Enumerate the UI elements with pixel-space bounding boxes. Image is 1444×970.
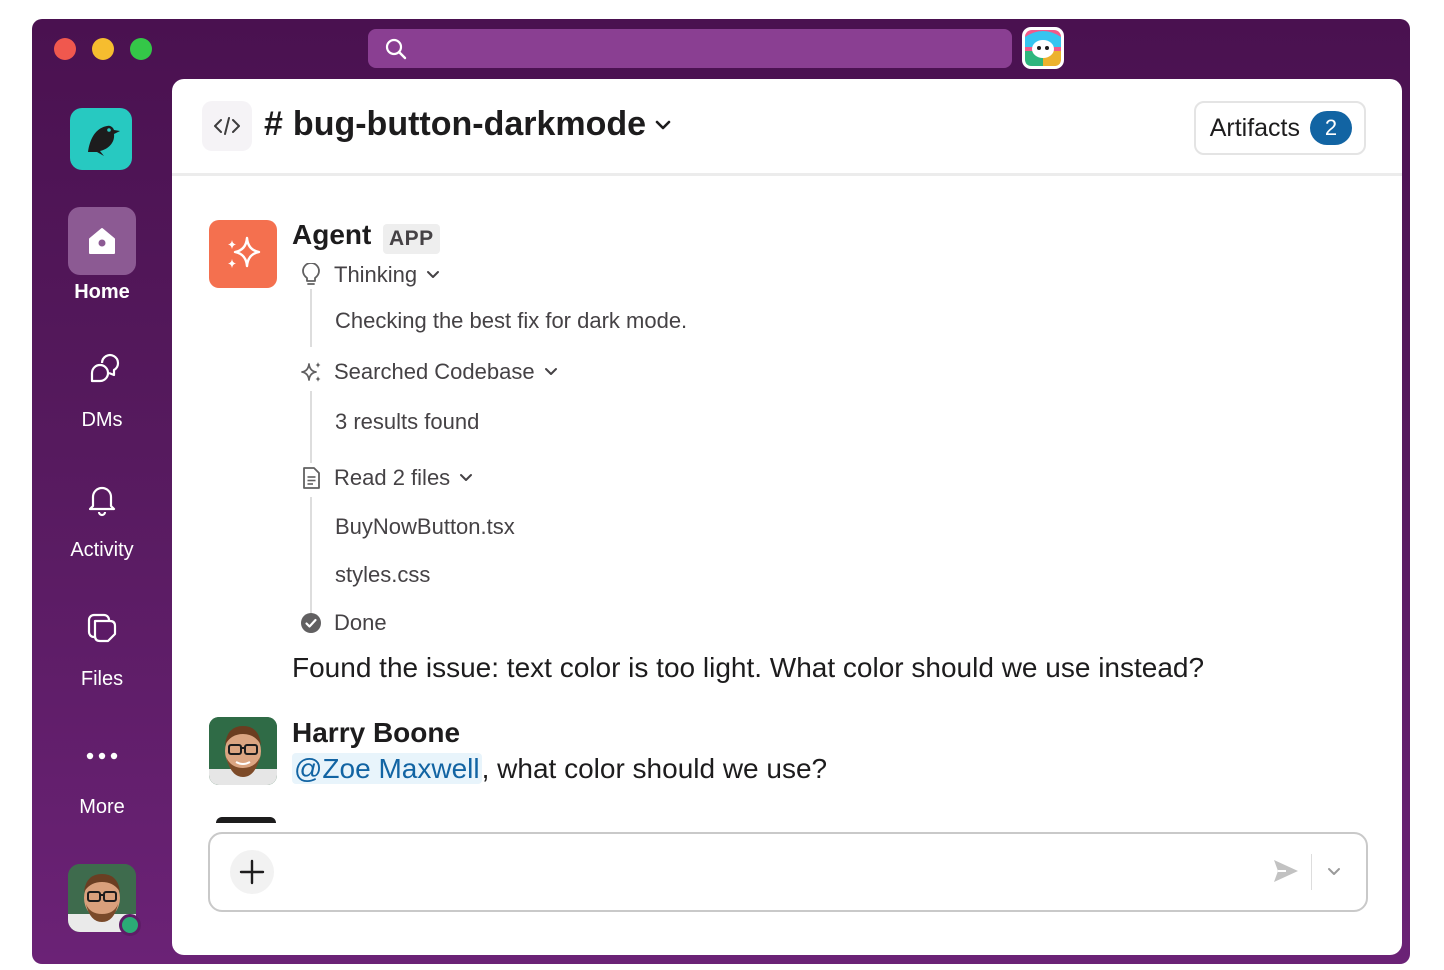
step-label: Thinking xyxy=(334,262,418,287)
app-window: Home DMs Activity Files More # bug-butto… xyxy=(32,19,1410,964)
sidebar-item-label: Activity xyxy=(70,539,134,561)
plus-icon xyxy=(239,859,265,885)
step-detail: 3 results found xyxy=(335,409,480,434)
minimize-window-button[interactable] xyxy=(92,38,114,60)
code-icon xyxy=(214,117,240,135)
search-bar[interactable] xyxy=(368,29,1012,68)
step-label: Read 2 files xyxy=(334,465,451,490)
sidebar-item-label: Files xyxy=(80,668,124,690)
close-window-button[interactable] xyxy=(54,38,76,60)
home-icon xyxy=(89,228,115,254)
app-icon[interactable] xyxy=(1022,27,1064,69)
sparkle-icon xyxy=(301,362,321,382)
send-button[interactable] xyxy=(1272,858,1300,889)
step-done: Done xyxy=(298,610,387,636)
chevron-down-icon xyxy=(655,120,671,129)
app-badge: APP xyxy=(383,224,440,254)
sidebar-item-home[interactable]: Home xyxy=(32,207,172,304)
add-attachment-button[interactable] xyxy=(230,850,274,894)
channel-header: # bug-button-darkmode Artifacts 2 xyxy=(172,79,1402,176)
more-icon xyxy=(86,752,118,760)
workspace-logo[interactable] xyxy=(70,108,132,170)
sidebar-item-dms[interactable]: DMs xyxy=(32,335,172,432)
artifacts-label: Artifacts xyxy=(1209,113,1300,142)
agent-message-text: Found the issue: text color is too light… xyxy=(292,652,1205,683)
harry-message-text: @Zoe Maxwell, what color should we use? xyxy=(292,753,827,785)
user-mention[interactable]: @Zoe Maxwell xyxy=(292,753,482,784)
step-detail: Checking the best fix for dark mode. xyxy=(335,308,688,333)
step-label: Done xyxy=(334,610,387,635)
sidebar-item-label: More xyxy=(79,796,125,818)
canvas-button[interactable] xyxy=(202,101,252,151)
sidebar-rail: Home DMs Activity Files More xyxy=(32,79,172,964)
send-divider xyxy=(1311,854,1312,890)
send-options-button[interactable] xyxy=(1326,864,1342,885)
sidebar-item-label: DMs xyxy=(81,409,123,431)
chevron-down-icon xyxy=(460,474,473,481)
chevron-down-icon xyxy=(544,368,557,375)
channel-view: # bug-button-darkmode Artifacts 2 Agent … xyxy=(172,79,1402,955)
chevron-down-icon xyxy=(427,271,440,278)
bird-logo-icon xyxy=(88,125,120,156)
channel-name: bug-button-darkmode xyxy=(292,105,647,143)
agent-avatar[interactable] xyxy=(209,220,277,288)
bell-icon xyxy=(88,486,116,517)
sparkle-icon xyxy=(228,236,261,268)
artifacts-count-badge: 2 xyxy=(1310,111,1352,145)
harry-boone-avatar[interactable] xyxy=(209,717,277,785)
step-read-files[interactable]: Read 2 files xyxy=(298,465,474,491)
message-sender[interactable]: Agent xyxy=(292,219,371,251)
step-thinking[interactable]: Thinking xyxy=(298,262,441,288)
step-connector xyxy=(310,289,312,347)
file-name[interactable]: styles.css xyxy=(335,562,430,588)
lightbulb-icon xyxy=(302,263,320,285)
message-sender[interactable]: Harry Boone xyxy=(292,717,460,749)
sidebar-item-files[interactable]: Files xyxy=(32,594,172,691)
message-body: , what color should we use? xyxy=(481,753,828,784)
message-composer[interactable] xyxy=(208,832,1368,912)
chevron-down-icon xyxy=(1328,868,1340,875)
dms-icon xyxy=(90,354,120,383)
sidebar-item-label: Home xyxy=(74,281,130,303)
send-icon xyxy=(1274,860,1298,882)
step-searched-codebase[interactable]: Searched Codebase xyxy=(298,359,559,385)
step-connector xyxy=(310,497,312,613)
zoom-window-button[interactable] xyxy=(130,38,152,60)
search-icon xyxy=(385,38,407,60)
artifacts-button[interactable]: Artifacts 2 xyxy=(1193,101,1366,155)
presence-indicator xyxy=(119,914,141,936)
files-icon xyxy=(87,613,117,643)
step-label: Searched Codebase xyxy=(334,359,535,384)
channel-title[interactable]: # bug-button-darkmode xyxy=(264,105,674,144)
step-connector xyxy=(310,391,312,463)
sidebar-item-more[interactable]: More xyxy=(32,722,172,819)
document-icon xyxy=(303,467,320,489)
next-message-avatar xyxy=(216,817,276,823)
check-circle-icon xyxy=(301,613,321,633)
sidebar-item-activity[interactable]: Activity xyxy=(32,465,172,562)
hash-icon: # xyxy=(264,105,283,143)
file-name[interactable]: BuyNowButton.tsx xyxy=(335,514,515,540)
